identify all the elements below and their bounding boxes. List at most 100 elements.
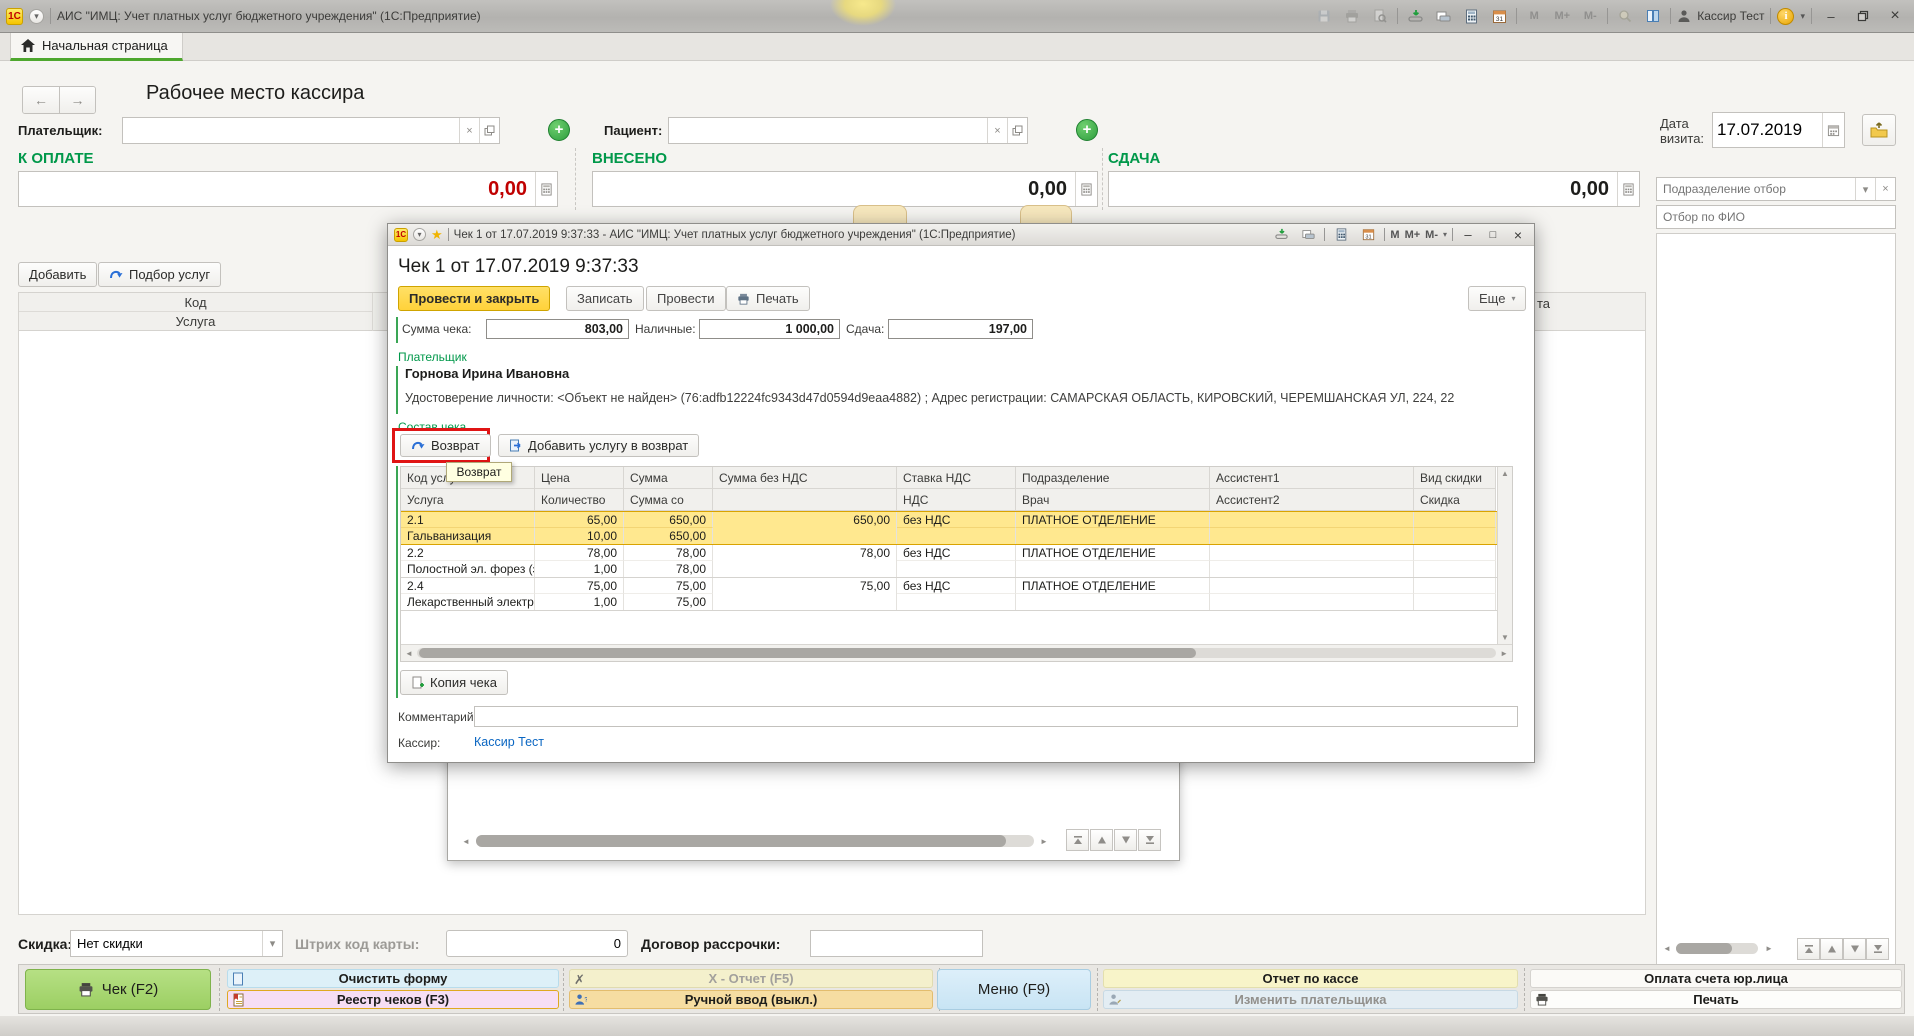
bgwin-scroll-left-icon[interactable]: ◄	[462, 837, 470, 846]
more-button[interactable]: Еще ▾	[1468, 286, 1526, 311]
col-assistant1[interactable]: Ассистент1	[1210, 467, 1414, 489]
barcode-input[interactable]	[447, 931, 627, 956]
col-department[interactable]: Подразделение	[1016, 467, 1210, 489]
panel-scroll-right-icon[interactable]: ►	[1765, 944, 1773, 953]
dialog-m-icon[interactable]: M	[1390, 229, 1399, 241]
col-doctor[interactable]: Врач	[1016, 489, 1210, 511]
print-preview-icon[interactable]	[1369, 6, 1391, 26]
col-amount-with[interactable]: Сумма со	[624, 489, 713, 511]
cash-report-button[interactable]: Отчет по кассе	[1103, 969, 1518, 988]
col-amount-no-vat[interactable]: Сумма без НДС	[713, 467, 897, 489]
info-icon[interactable]: i	[1777, 8, 1794, 25]
add-service-return-button[interactable]: Добавить услугу в возврат	[498, 434, 699, 457]
deposited-field[interactable]: 0,00	[592, 171, 1098, 207]
minimize-window-icon[interactable]: –	[1818, 6, 1844, 26]
split-view-icon[interactable]	[1642, 6, 1664, 26]
col-price[interactable]: Цена	[535, 467, 624, 489]
visits-list-panel[interactable]	[1656, 233, 1896, 965]
receipt-table-vscrollbar[interactable]: ▲ ▼	[1497, 467, 1512, 644]
col-discount[interactable]: Скидка	[1414, 489, 1496, 511]
bgwin-last-button[interactable]	[1138, 829, 1161, 851]
panel-hscrollbar[interactable]	[1676, 943, 1758, 954]
col-vat-rate[interactable]: Ставка НДС	[897, 467, 1016, 489]
table-scroll-down-icon[interactable]: ▼	[1501, 633, 1509, 642]
x-report-f5-button[interactable]: ✗ X - Отчет (F5)	[569, 969, 933, 988]
check-f2-button[interactable]: Чек (F2)	[25, 969, 211, 1010]
dialog-maximize-icon[interactable]: □	[1483, 227, 1503, 243]
visit-date-calendar-icon[interactable]	[1822, 113, 1844, 147]
comment-input[interactable]	[475, 707, 1517, 726]
print-icon[interactable]	[1341, 6, 1363, 26]
bgwin-first-button[interactable]	[1066, 829, 1089, 851]
print-receipt-button[interactable]: Печать	[726, 286, 810, 311]
save-icon[interactable]	[1313, 6, 1335, 26]
send-to-visit-button[interactable]	[1862, 114, 1896, 146]
bgwin-scroll-right-icon[interactable]: ►	[1040, 837, 1048, 846]
go-to-link-icon[interactable]	[1432, 6, 1454, 26]
dialog-m-minus-icon[interactable]: M-	[1425, 229, 1438, 241]
receipt-table-row[interactable]: 2.4 75,00 75,00 75,00 без НДС ПЛАТНОЕ ОТ…	[401, 578, 1497, 611]
forward-icon[interactable]: →	[59, 87, 95, 113]
payer-clear-icon[interactable]: ×	[459, 118, 479, 143]
payer-choose-icon[interactable]	[479, 118, 499, 143]
get-link-icon[interactable]	[1404, 6, 1426, 26]
panel-first-page-button[interactable]	[1797, 938, 1820, 960]
discount-dropdown-icon[interactable]: ▾	[262, 931, 282, 956]
fio-filter-input[interactable]	[1657, 206, 1895, 228]
clear-form-button[interactable]: Очистить форму	[227, 969, 559, 988]
visit-date-input[interactable]	[1713, 113, 1822, 147]
memory-m-plus-icon[interactable]: M+	[1551, 6, 1573, 26]
payer-name[interactable]: Горнова Ирина Ивановна	[405, 366, 569, 381]
panel-prev-page-button[interactable]	[1820, 938, 1843, 960]
dialog-calendar-icon[interactable]: 31	[1357, 227, 1379, 243]
dialog-more-dropdown-icon[interactable]: ▾	[1443, 230, 1447, 239]
dialog-m-plus-icon[interactable]: M+	[1405, 229, 1421, 241]
manual-input-button[interactable]: ? Ручной ввод (выкл.)	[569, 990, 933, 1009]
dialog-close-icon[interactable]: ×	[1508, 227, 1528, 243]
receipt-table-empty-area[interactable]	[401, 611, 1497, 644]
save-button[interactable]: Записать	[566, 286, 644, 311]
calendar-icon[interactable]: 31	[1488, 6, 1510, 26]
payer-input[interactable]	[123, 118, 459, 143]
department-filter-clear-icon[interactable]: ×	[1875, 178, 1895, 200]
table-scroll-right-icon[interactable]: ►	[1500, 649, 1508, 658]
info-dropdown-icon[interactable]: ▾	[1800, 11, 1805, 22]
col-service[interactable]: Услуга	[401, 489, 535, 511]
add-service-button[interactable]: Добавить	[18, 262, 97, 287]
pay-legal-button[interactable]: Оплата счета юр.лица	[1530, 969, 1902, 988]
services-col-service[interactable]: Услуга	[19, 312, 373, 331]
post-and-close-button[interactable]: Провести и закрыть	[398, 286, 550, 311]
panel-next-page-button[interactable]	[1843, 938, 1866, 960]
bgwin-hscrollbar[interactable]	[476, 835, 1034, 847]
1c-logo-icon[interactable]: 1С	[6, 8, 23, 25]
tab-home[interactable]: Начальная страница	[10, 33, 183, 61]
main-menu-dropdown-icon[interactable]: ▾	[29, 9, 44, 24]
patient-input[interactable]	[669, 118, 987, 143]
restore-window-icon[interactable]	[1850, 6, 1876, 26]
return-button[interactable]: Возврат	[400, 434, 491, 457]
services-col-code[interactable]: Код	[19, 293, 373, 312]
current-user-label[interactable]: Кассир Тест	[1697, 9, 1764, 23]
cash-field[interactable]: 1 000,00	[699, 319, 840, 339]
receipt-table-row[interactable]: 2.2 78,00 78,00 78,00 без НДС ПЛАТНОЕ ОТ…	[401, 545, 1497, 578]
registry-f3-button[interactable]: Реестр чеков (F3)	[227, 990, 559, 1009]
menu-f9-button[interactable]: Меню (F9)	[937, 969, 1091, 1010]
add-patient-button[interactable]: +	[1076, 119, 1098, 141]
department-filter-input[interactable]	[1657, 178, 1855, 200]
to-pay-calculator-icon[interactable]	[535, 172, 557, 206]
deposited-calculator-icon[interactable]	[1075, 172, 1097, 206]
to-pay-field[interactable]: 0,00	[18, 171, 558, 207]
change-payer-button[interactable]: Изменить плательщика	[1103, 990, 1518, 1009]
change-due-field[interactable]: 197,00	[888, 319, 1033, 339]
bgwin-prev-button[interactable]	[1090, 829, 1113, 851]
cashier-link[interactable]: Кассир Тест	[474, 735, 544, 749]
installment-input[interactable]	[811, 931, 982, 956]
panel-scroll-left-icon[interactable]: ◄	[1663, 944, 1671, 953]
dialog-minimize-icon[interactable]: –	[1458, 227, 1478, 243]
pick-services-button[interactable]: Подбор услуг	[98, 262, 221, 287]
memory-m-icon[interactable]: M	[1523, 6, 1545, 26]
dialog-titlebar[interactable]: 1С ▾ ★ Чек 1 от 17.07.2019 9:37:33 - АИС…	[388, 224, 1534, 246]
col-amount[interactable]: Сумма	[624, 467, 713, 489]
table-scroll-left-icon[interactable]: ◄	[405, 649, 413, 658]
panel-last-page-button[interactable]	[1866, 938, 1889, 960]
